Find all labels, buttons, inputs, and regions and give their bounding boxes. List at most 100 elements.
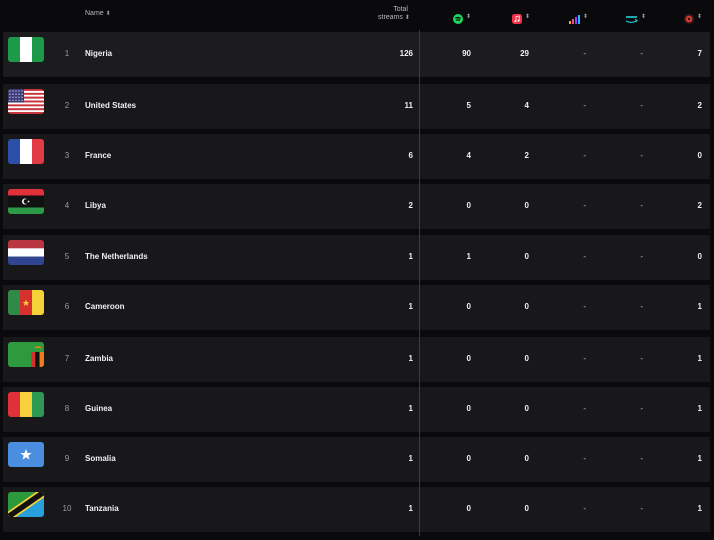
sort-icon: ⬍ — [583, 14, 589, 20]
amazon-music-value: - — [640, 404, 643, 413]
flag-icon — [8, 442, 44, 467]
table-row[interactable]: 10 Tanzania 1 0 0- -1 — [3, 487, 710, 532]
amazon-music-value: - — [640, 201, 643, 210]
deezer-value: - — [583, 101, 586, 110]
total-streams-value: 1 — [408, 302, 413, 311]
country-name[interactable]: Somalia — [85, 454, 116, 463]
spotify-value: 0 — [466, 201, 471, 210]
country-name[interactable]: France — [85, 151, 111, 160]
total-streams-value: 2 — [408, 201, 413, 210]
flag-icon — [8, 240, 44, 265]
table-row[interactable]: 1 Nigeria 126 90 29 - - 7 — [3, 32, 710, 77]
audiomack-value: 0 — [697, 252, 702, 261]
audiomack-value: 1 — [697, 404, 702, 413]
spotify-value: 0 — [466, 354, 471, 363]
flag-icon — [8, 37, 44, 62]
audiomack-value: 1 — [697, 354, 702, 363]
spotify-value: 4 — [466, 151, 471, 160]
country-name[interactable]: United States — [85, 101, 136, 110]
apple-music-value: 2 — [524, 151, 529, 160]
amazon-music-value: - — [640, 101, 643, 110]
audiomack-column-header[interactable] — [684, 11, 694, 29]
name-column-header[interactable]: Name ⬍ — [85, 10, 111, 18]
audiomack-value: 1 — [697, 504, 702, 513]
deezer-column-header[interactable] — [569, 11, 580, 29]
total-streams-value: 6 — [408, 151, 413, 160]
amazon-music-value: - — [640, 49, 643, 58]
deezer-value: - — [583, 302, 586, 311]
table-row[interactable]: 6 Cameroon 1 0 0 - - 1 — [3, 285, 710, 330]
rank: 6 — [64, 302, 70, 311]
apple-music-icon — [512, 14, 522, 24]
sort-icon: ⬍ — [466, 14, 472, 20]
audiomack-value: 2 — [697, 101, 702, 110]
table-row[interactable]: 7 Zambia 1 0 0 - - 1 — [3, 337, 710, 382]
rank: 9 — [64, 454, 70, 463]
flag-icon — [8, 342, 44, 367]
apple-music-value: 0 — [524, 404, 529, 413]
spotify-icon — [453, 14, 463, 24]
flag-icon — [8, 290, 44, 315]
table-row[interactable]: 4 Libya 2 0 0 - - 2 — [3, 184, 710, 229]
sort-icon: ⬍ — [525, 14, 531, 20]
table-row[interactable]: 5 The Netherlands 1 1 0 - - 0 — [3, 235, 710, 280]
audiomack-value: 2 — [697, 201, 702, 210]
total-streams-value: 1 — [408, 404, 413, 413]
country-name[interactable]: The Netherlands — [85, 252, 148, 261]
spotify-value: 5 — [466, 101, 471, 110]
audiomack-value: 7 — [697, 49, 702, 58]
sort-icon: ⬍ — [641, 14, 647, 20]
table-header: Name ⬍ Total streams ⬍ ⬍ ⬍ ⬍ ⬍ ⬍ — [0, 0, 714, 30]
spotify-value: 0 — [466, 504, 471, 513]
flag-icon — [8, 189, 44, 214]
column-divider — [419, 30, 420, 536]
spotify-value: 90 — [462, 49, 471, 58]
country-name[interactable]: Libya — [85, 201, 106, 210]
rank: 1 — [64, 49, 70, 58]
spotify-column-header[interactable] — [453, 11, 463, 29]
total-header-line1: Total — [393, 6, 408, 13]
flag-icon — [8, 392, 44, 417]
spotify-value: 0 — [466, 302, 471, 311]
total-streams-value: 1 — [408, 354, 413, 363]
total-streams-value: 1 — [408, 252, 413, 261]
amazon-music-value: - — [640, 454, 643, 463]
apple-music-value: 0 — [524, 354, 529, 363]
country-streams-table: Name ⬍ Total streams ⬍ ⬍ ⬍ ⬍ ⬍ ⬍ 1 Niger… — [0, 0, 714, 540]
amazon-music-value: - — [640, 302, 643, 311]
total-header-line2: streams — [378, 14, 403, 21]
country-name[interactable]: Guinea — [85, 404, 112, 413]
sort-icon: ⬍ — [105, 11, 111, 17]
deezer-value: - — [583, 404, 586, 413]
total-streams-column-header[interactable]: Total streams ⬍ — [378, 6, 410, 22]
table-row[interactable]: 8 Guinea 1 0 0 - - 1 — [3, 387, 710, 432]
amazon-music-value: - — [640, 151, 643, 160]
apple-music-value: 29 — [520, 49, 529, 58]
flag-icon — [8, 492, 44, 517]
rank: 3 — [64, 151, 70, 160]
deezer-value: - — [583, 354, 586, 363]
spotify-value: 0 — [466, 454, 471, 463]
deezer-value: - — [583, 151, 586, 160]
total-streams-value: 126 — [399, 49, 413, 58]
total-streams-value: 11 — [404, 101, 413, 110]
table-row[interactable]: 2 United States 11 5 4 - - 2 — [3, 84, 710, 129]
name-header-label: Name — [85, 10, 104, 17]
spotify-value: 1 — [466, 252, 471, 261]
country-name[interactable]: Tanzania — [85, 504, 119, 513]
rank: 10 — [62, 504, 72, 513]
apple-music-value: 0 — [524, 252, 529, 261]
apple-music-value: 0 — [524, 454, 529, 463]
apple-music-column-header[interactable] — [512, 11, 522, 29]
country-name[interactable]: Cameroon — [85, 302, 125, 311]
audiomack-value: 0 — [697, 151, 702, 160]
deezer-value: - — [583, 201, 586, 210]
country-name[interactable]: Zambia — [85, 354, 113, 363]
country-name[interactable]: Nigeria — [85, 49, 112, 58]
table-row[interactable]: 3 France 6 4 2 - - 0 — [3, 134, 710, 179]
total-streams-value: 1 — [408, 504, 413, 513]
amazon-music-column-header[interactable] — [625, 11, 638, 29]
table-row[interactable]: 9 Somalia 1 0 0 - - 1 — [3, 437, 710, 482]
flag-icon — [8, 89, 44, 114]
sort-icon: ⬍ — [697, 14, 703, 20]
